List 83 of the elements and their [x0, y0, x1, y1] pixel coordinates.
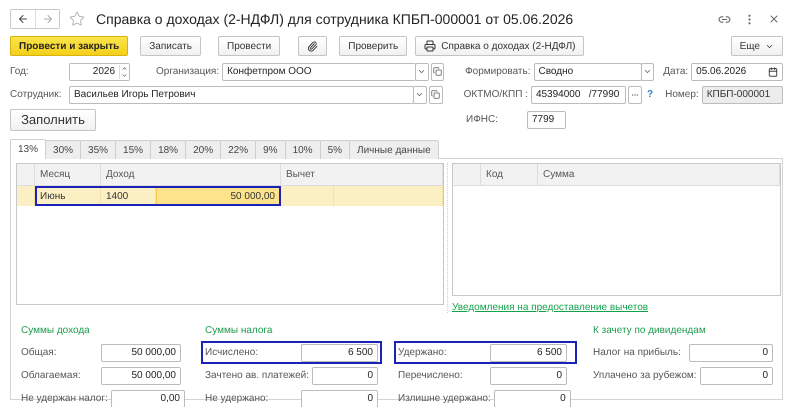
- help-link[interactable]: ?: [647, 89, 654, 100]
- column-header[interactable]: Сумма: [538, 164, 780, 186]
- field-label: Организация:: [156, 66, 220, 77]
- toolbar-button[interactable]: Проверить: [339, 36, 408, 56]
- tab[interactable]: 10%: [284, 140, 321, 159]
- tab[interactable]: 20%: [185, 140, 222, 159]
- amount-field[interactable]: 50 000,00: [101, 366, 181, 384]
- tab[interactable]: 30%: [45, 140, 82, 159]
- tab[interactable]: 18%: [150, 140, 186, 159]
- tab[interactable]: 9%: [255, 140, 286, 159]
- field-label: Дата:: [663, 66, 690, 77]
- open-button[interactable]: [428, 86, 443, 104]
- field-label: Исчислено:: [205, 347, 260, 358]
- table-row[interactable]: Июнь 1400 50 000,00: [17, 186, 443, 206]
- field-label: Формировать:: [465, 66, 532, 77]
- tab[interactable]: 13%: [10, 139, 46, 159]
- employee-field[interactable]: Васильев Игорь Петрович: [69, 86, 414, 104]
- amount-field[interactable]: 0: [700, 366, 773, 384]
- field-label: Перечислено:: [398, 370, 464, 381]
- field-label: Номер:: [665, 89, 700, 100]
- form-mode-field[interactable]: Сводно: [534, 62, 642, 80]
- calendar-icon[interactable]: [768, 66, 778, 76]
- squares-icon: [432, 67, 442, 76]
- squares-icon: [431, 90, 440, 99]
- tab[interactable]: 35%: [80, 140, 116, 159]
- field-label: Год:: [10, 66, 30, 77]
- field-label: Общая:: [21, 347, 58, 358]
- window-title: Справка о доходах (2-НДФЛ) для сотрудника КПБП-000001 от 05.06.2026: [96, 11, 574, 27]
- field-label: Удержано:: [398, 347, 448, 358]
- table-header: [17, 164, 35, 186]
- toolbar-button[interactable]: Записать: [140, 36, 201, 56]
- amount-field[interactable]: 0: [312, 366, 378, 384]
- amount-field[interactable]: 0: [494, 390, 571, 407]
- arrow-right-icon: [42, 13, 54, 25]
- field-label: Не удержан налог:: [21, 393, 109, 404]
- amount-field[interactable]: 0: [689, 344, 773, 362]
- oktmo-kpp-field[interactable]: 45394000 /77990: [530, 86, 626, 104]
- section-title: К зачету по дивидендам: [592, 325, 707, 338]
- amount-field[interactable]: 50 000,00: [101, 344, 181, 362]
- tab[interactable]: Личные данные: [349, 140, 439, 159]
- spinner-icon[interactable]: [119, 64, 130, 78]
- amount-field[interactable]: 6 500: [301, 344, 378, 362]
- date-field[interactable]: 05.06.2026: [691, 62, 783, 80]
- chevron-down-icon: [417, 67, 426, 76]
- open-button[interactable]: [430, 62, 444, 80]
- field-label: ОКТМО/КПП :: [464, 89, 529, 100]
- table-header: [453, 164, 481, 186]
- ifns-field[interactable]: 7799: [527, 110, 566, 128]
- table-cell: Июнь: [35, 186, 101, 206]
- organization-field[interactable]: Конфетпром ООО: [222, 62, 416, 80]
- printer-icon: [424, 40, 436, 52]
- field-label: Уплачено за рубежом:: [593, 370, 698, 381]
- tab[interactable]: 5%: [320, 140, 350, 159]
- arrow-left-icon: [17, 13, 29, 25]
- field-label: ИФНС:: [466, 114, 500, 125]
- field-label: Налог на прибыль:: [593, 347, 682, 358]
- field-label: Не удержано:: [205, 393, 270, 404]
- tab[interactable]: 15%: [115, 140, 152, 159]
- field-label: Сотрудник:: [10, 89, 62, 100]
- post-and-close-button[interactable]: Провести и закрыть: [10, 36, 128, 56]
- paperclip-icon: [307, 40, 318, 52]
- print-button[interactable]: Справка о доходах (2-НДФЛ): [415, 36, 584, 56]
- fill-button[interactable]: Заполнить: [10, 108, 96, 130]
- section-title: Суммы налога: [204, 325, 274, 338]
- field-label: Излишне удержано:: [398, 393, 492, 404]
- amount-field[interactable]: 0: [301, 390, 378, 407]
- section-title: Суммы дохода: [20, 325, 91, 338]
- more-button[interactable]: Еще: [730, 36, 783, 56]
- attach-button[interactable]: [298, 36, 328, 56]
- amount-field[interactable]: 6 500: [490, 344, 567, 362]
- tab[interactable]: 22%: [220, 140, 256, 159]
- year-field[interactable]: 2026: [69, 62, 130, 80]
- chevron-down-icon: [642, 67, 652, 76]
- column-header[interactable]: Месяц: [35, 164, 101, 186]
- column-header[interactable]: Вычет: [281, 164, 443, 186]
- toolbar-button[interactable]: Провести: [218, 36, 280, 56]
- field-label: Облагаемая:: [21, 370, 82, 381]
- column-header[interactable]: Код: [481, 164, 538, 186]
- amount-field[interactable]: 0,00: [110, 390, 185, 407]
- field-label: Зачтено ав. платежей:: [205, 370, 310, 381]
- amount-field[interactable]: 0: [490, 366, 567, 384]
- column-header[interactable]: Доход: [101, 164, 281, 186]
- chevron-down-icon: [415, 90, 424, 99]
